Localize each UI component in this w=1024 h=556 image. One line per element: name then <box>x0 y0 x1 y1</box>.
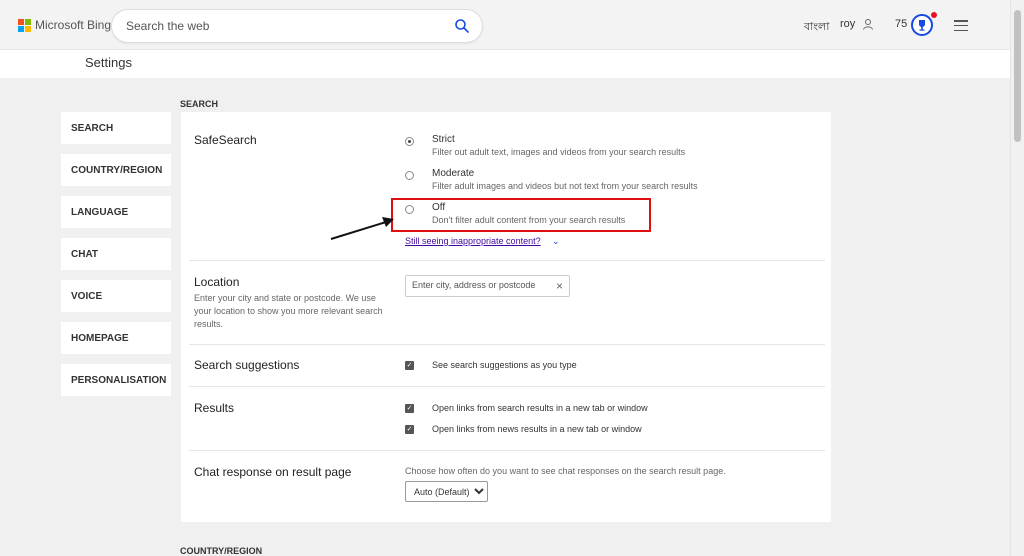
moderate-label: Moderate <box>432 168 475 179</box>
notification-dot <box>931 12 937 18</box>
location-desc: Enter your city and state or postcode. W… <box>194 293 383 329</box>
safesearch-title: SafeSearch <box>194 133 257 147</box>
suggestions-title: Search suggestions <box>194 358 300 372</box>
strict-radio[interactable] <box>405 137 414 146</box>
sidebar-item-language[interactable]: LANGUAGE <box>61 196 171 228</box>
sidebar-item-country-region[interactable]: COUNTRY/REGION <box>61 154 171 186</box>
rewards-icon[interactable] <box>911 14 933 36</box>
scrollbar[interactable] <box>1010 0 1024 556</box>
moderate-radio[interactable] <box>405 171 414 180</box>
location-input[interactable] <box>412 280 550 290</box>
chat-response-select[interactable]: Auto (Default) <box>405 481 488 502</box>
results-title: Results <box>194 401 235 415</box>
rewards-points[interactable]: 75 <box>895 18 907 30</box>
suggestions-checkbox[interactable]: ✓ <box>405 361 414 370</box>
suggestions-row: Search suggestions ✓ See search suggesti… <box>189 345 825 387</box>
strict-desc: Filter out adult text, images and videos… <box>432 147 686 157</box>
bing-logo[interactable]: Microsoft Bing <box>18 18 111 32</box>
section-heading-search: SEARCH <box>180 99 219 109</box>
scroll-thumb[interactable] <box>1014 10 1021 142</box>
sidebar-item-chat[interactable]: CHAT <box>61 238 171 270</box>
settings-panel: SafeSearch Strict Filter out adult text,… <box>181 112 831 522</box>
chat-response-row: Chat response on result page Choose how … <box>189 451 825 522</box>
location-title: Location <box>194 275 240 289</box>
chat-response-desc: Choose how often do you want to see chat… <box>405 466 726 476</box>
sidebar-item-search[interactable]: SEARCH <box>61 112 171 144</box>
top-header: Microsoft Bing বাংলা roy 75 <box>0 0 1010 50</box>
settings-sidebar: SEARCH COUNTRY/REGION LANGUAGE CHAT VOIC… <box>61 112 171 406</box>
results-new-tab-checkbox[interactable]: ✓ <box>405 404 414 413</box>
sidebar-item-homepage[interactable]: HOMEPAGE <box>61 322 171 354</box>
sidebar-item-personalisation[interactable]: PERSONALISATION <box>61 364 171 396</box>
search-input[interactable] <box>126 17 446 35</box>
inappropriate-content-link[interactable]: Still seeing inappropriate content? <box>405 236 541 246</box>
chat-response-title: Chat response on result page <box>194 465 352 479</box>
user-icon[interactable] <box>862 18 874 30</box>
language-link[interactable]: বাংলা <box>804 18 829 37</box>
location-row: Location Enter your city and state or po… <box>189 261 825 345</box>
location-field[interactable]: × <box>405 275 570 297</box>
microsoft-logo-icon <box>18 19 31 32</box>
moderate-desc: Filter adult images and videos but not t… <box>432 181 698 191</box>
clear-icon[interactable]: × <box>556 279 563 293</box>
suggestions-checkbox-label: See search suggestions as you type <box>432 360 577 370</box>
highlight-box <box>391 198 651 232</box>
page-title: Settings <box>85 55 132 70</box>
annotation-arrow-icon <box>330 217 394 240</box>
news-new-tab-checkbox[interactable]: ✓ <box>405 425 414 434</box>
settings-title-bar: Settings <box>0 50 1010 78</box>
strict-label: Strict <box>432 134 455 145</box>
news-new-tab-label: Open links from news results in a new ta… <box>432 424 642 434</box>
search-icon[interactable] <box>454 18 470 34</box>
results-row: Results ✓ Open links from search results… <box>189 387 825 451</box>
results-new-tab-label: Open links from search results in a new … <box>432 403 648 413</box>
trophy-icon <box>919 20 925 31</box>
logo-text: Microsoft Bing <box>35 18 112 32</box>
chevron-down-icon[interactable]: ⌄ <box>552 236 560 247</box>
safesearch-row: SafeSearch Strict Filter out adult text,… <box>189 112 825 261</box>
user-name[interactable]: roy <box>840 18 855 30</box>
section-heading-country-region: COUNTRY/REGION <box>180 546 263 556</box>
sidebar-item-voice[interactable]: VOICE <box>61 280 171 312</box>
search-box[interactable] <box>112 10 482 42</box>
hamburger-menu-icon[interactable] <box>954 20 968 31</box>
